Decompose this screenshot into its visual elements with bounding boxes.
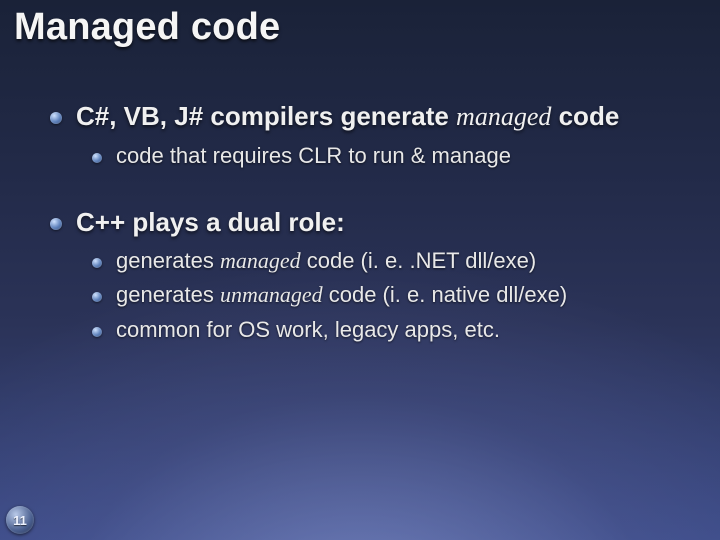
bullet-level2: common for OS work, legacy apps, etc.	[92, 316, 690, 345]
sphere-bullet-icon	[92, 153, 102, 163]
bullet-text: code	[551, 101, 619, 131]
page-number-badge: 11	[6, 506, 34, 534]
bullet-text: generates	[116, 282, 220, 307]
bullet-level2: generates unmanaged code (i. e. native d…	[92, 281, 690, 310]
spacer	[50, 176, 690, 206]
sphere-bullet-icon	[50, 112, 62, 124]
sphere-bullet-icon	[92, 292, 102, 302]
sphere-bullet-icon	[92, 327, 102, 337]
bullet-text: code (i. e. .NET dll/exe)	[301, 248, 537, 273]
sphere-bullet-icon	[92, 258, 102, 268]
emphasis-text: managed	[456, 102, 551, 131]
bullet-level2: generates managed code (i. e. .NET dll/e…	[92, 247, 690, 276]
slide-title: Managed code	[14, 6, 280, 49]
bullet-level1: C#, VB, J# compilers generate managed co…	[50, 100, 690, 134]
slide-content: C#, VB, J# compilers generate managed co…	[50, 100, 690, 350]
bullet-level2: code that requires CLR to run & manage	[92, 142, 690, 171]
bullet-text: common for OS work, legacy apps, etc.	[116, 317, 500, 342]
page-number: 11	[13, 513, 27, 528]
emphasis-text: unmanaged	[220, 282, 323, 307]
bullet-text: C#, VB, J# compilers generate	[76, 101, 456, 131]
bullet-level1: C++ plays a dual role:	[50, 206, 690, 239]
slide: Managed code C#, VB, J# compilers genera…	[0, 0, 720, 540]
bullet-text: generates	[116, 248, 220, 273]
bullet-text: C++ plays a dual role:	[76, 207, 345, 237]
bullet-text: code that requires CLR to run & manage	[116, 143, 511, 168]
bullet-text: code (i. e. native dll/exe)	[323, 282, 568, 307]
sphere-bullet-icon	[50, 218, 62, 230]
emphasis-text: managed	[220, 248, 301, 273]
